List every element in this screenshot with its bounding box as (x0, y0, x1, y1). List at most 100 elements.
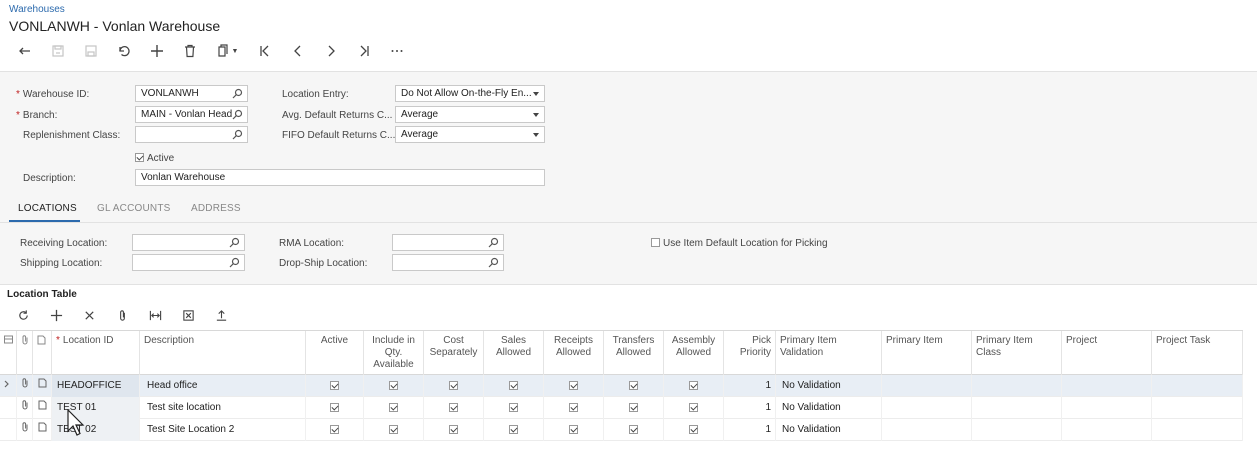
active-checkbox[interactable] (135, 153, 144, 162)
checkbox-checked[interactable] (629, 402, 638, 412)
checkbox-checked[interactable] (569, 402, 578, 412)
sales-allowed-checkbox[interactable] (484, 397, 544, 419)
tab-locations[interactable]: LOCATIONS (18, 203, 77, 214)
primary-item-validation-cell[interactable]: No Validation (776, 375, 882, 397)
location-entry-select[interactable]: Do Not Allow On-the-Fly En... (395, 85, 545, 102)
include-qty-checkbox[interactable] (364, 419, 424, 441)
tab-gl-accounts[interactable]: GL ACCOUNTS (97, 203, 171, 214)
pick-priority-cell[interactable]: 1 (724, 419, 776, 441)
replenishment-class-field[interactable] (135, 126, 248, 143)
checkbox-checked[interactable] (330, 402, 339, 412)
checkbox-checked[interactable] (330, 424, 339, 434)
assembly-allowed-checkbox[interactable] (664, 397, 724, 419)
checkbox-checked[interactable] (389, 380, 398, 390)
project-task-cell[interactable] (1152, 419, 1243, 441)
transfers-allowed-checkbox[interactable] (604, 419, 664, 441)
checkbox-checked[interactable] (509, 402, 518, 412)
description-cell[interactable]: Test Site Location 2 (140, 419, 306, 441)
undo-button[interactable] (107, 41, 140, 61)
warehouse-id-field[interactable]: VONLANWH (135, 85, 248, 102)
primary-item-cell[interactable] (882, 419, 972, 441)
sales-allowed-checkbox[interactable] (484, 419, 544, 441)
branch-field[interactable]: MAIN - Vonlan Head (135, 106, 248, 123)
primary-item-class-cell[interactable] (972, 419, 1062, 441)
tab-address[interactable]: ADDRESS (191, 203, 241, 214)
avg-default-returns-select[interactable]: Average (395, 106, 545, 123)
header-primary-item-class[interactable]: Primary Item Class (972, 331, 1062, 375)
checkbox-checked[interactable] (629, 424, 638, 434)
receiving-location-field[interactable] (132, 234, 245, 251)
shipping-location-field[interactable] (132, 254, 245, 271)
checkbox-checked[interactable] (509, 424, 518, 434)
copy-paste-button[interactable]: ▼ (206, 41, 248, 61)
receipts-allowed-checkbox[interactable] (544, 397, 604, 419)
project-task-cell[interactable] (1152, 375, 1243, 397)
location-id-cell[interactable]: HEADOFFICE (52, 375, 140, 397)
row-note-button[interactable] (33, 397, 52, 419)
rma-location-field[interactable] (392, 234, 504, 251)
checkbox-checked[interactable] (689, 424, 698, 434)
checkbox-checked[interactable] (449, 380, 458, 390)
checkbox-checked[interactable] (629, 380, 638, 390)
checkbox-checked[interactable] (689, 380, 698, 390)
last-record-button[interactable] (347, 41, 380, 61)
table-row[interactable]: TEST 02Test Site Location 21No Validatio… (0, 419, 1243, 441)
cost-separately-checkbox[interactable] (424, 397, 484, 419)
checkbox-checked[interactable] (389, 424, 398, 434)
header-primary-item[interactable]: Primary Item (882, 331, 972, 375)
row-attachment-button[interactable] (17, 397, 33, 419)
assembly-allowed-checkbox[interactable] (664, 375, 724, 397)
refresh-button[interactable] (7, 305, 40, 325)
previous-record-button[interactable] (281, 41, 314, 61)
project-cell[interactable] (1062, 419, 1152, 441)
header-receipts-allowed[interactable]: Receipts Allowed (544, 331, 604, 375)
include-qty-checkbox[interactable] (364, 397, 424, 419)
description-cell[interactable]: Test site location (140, 397, 306, 419)
header-pick-priority[interactable]: Pick Priority (724, 331, 776, 375)
header-transfers-allowed[interactable]: Transfers Allowed (604, 331, 664, 375)
row-note-button[interactable] (33, 419, 52, 441)
fit-columns-button[interactable] (139, 305, 172, 325)
upload-button[interactable] (205, 305, 238, 325)
header-location-id[interactable]: * Location ID (52, 331, 140, 375)
primary-item-validation-cell[interactable]: No Validation (776, 397, 882, 419)
row-attachment-button[interactable] (17, 375, 33, 397)
first-record-button[interactable] (248, 41, 281, 61)
checkbox-checked[interactable] (689, 402, 698, 412)
row-expander[interactable] (0, 375, 17, 397)
project-cell[interactable] (1062, 397, 1152, 419)
primary-item-validation-cell[interactable]: No Validation (776, 419, 882, 441)
checkbox-checked[interactable] (569, 424, 578, 434)
description-field[interactable]: Vonlan Warehouse (135, 169, 545, 186)
active-checkbox[interactable] (306, 397, 364, 419)
primary-item-cell[interactable] (882, 397, 972, 419)
header-project[interactable]: Project (1062, 331, 1152, 375)
project-cell[interactable] (1062, 375, 1152, 397)
include-qty-checkbox[interactable] (364, 375, 424, 397)
row-note-button[interactable] (33, 375, 52, 397)
header-project-task[interactable]: Project Task (1152, 331, 1243, 375)
description-cell[interactable]: Head office (140, 375, 306, 397)
save-close-button[interactable] (74, 41, 107, 61)
cost-separately-checkbox[interactable] (424, 375, 484, 397)
attach-button[interactable] (106, 305, 139, 325)
header-cost-separately[interactable]: Cost Separately (424, 331, 484, 375)
header-active[interactable]: Active (306, 331, 364, 375)
table-row[interactable]: TEST 01 Test site location 1 No Validation (0, 397, 1243, 419)
more-button[interactable] (380, 41, 413, 61)
row-attachment-button[interactable] (17, 419, 33, 441)
pick-priority-cell[interactable]: 1 (724, 397, 776, 419)
checkbox-checked[interactable] (449, 402, 458, 412)
header-assembly-allowed[interactable]: Assembly Allowed (664, 331, 724, 375)
checkbox-checked[interactable] (569, 380, 578, 390)
receipts-allowed-checkbox[interactable] (544, 419, 604, 441)
delete-row-button[interactable] (73, 305, 106, 325)
use-item-default-checkbox[interactable] (651, 238, 660, 247)
add-button[interactable] (140, 41, 173, 61)
cost-separately-checkbox[interactable] (424, 419, 484, 441)
checkbox-checked[interactable] (389, 402, 398, 412)
primary-item-class-cell[interactable] (972, 375, 1062, 397)
checkbox-checked[interactable] (330, 380, 339, 390)
delete-button[interactable] (173, 41, 206, 61)
checkbox-checked[interactable] (449, 424, 458, 434)
